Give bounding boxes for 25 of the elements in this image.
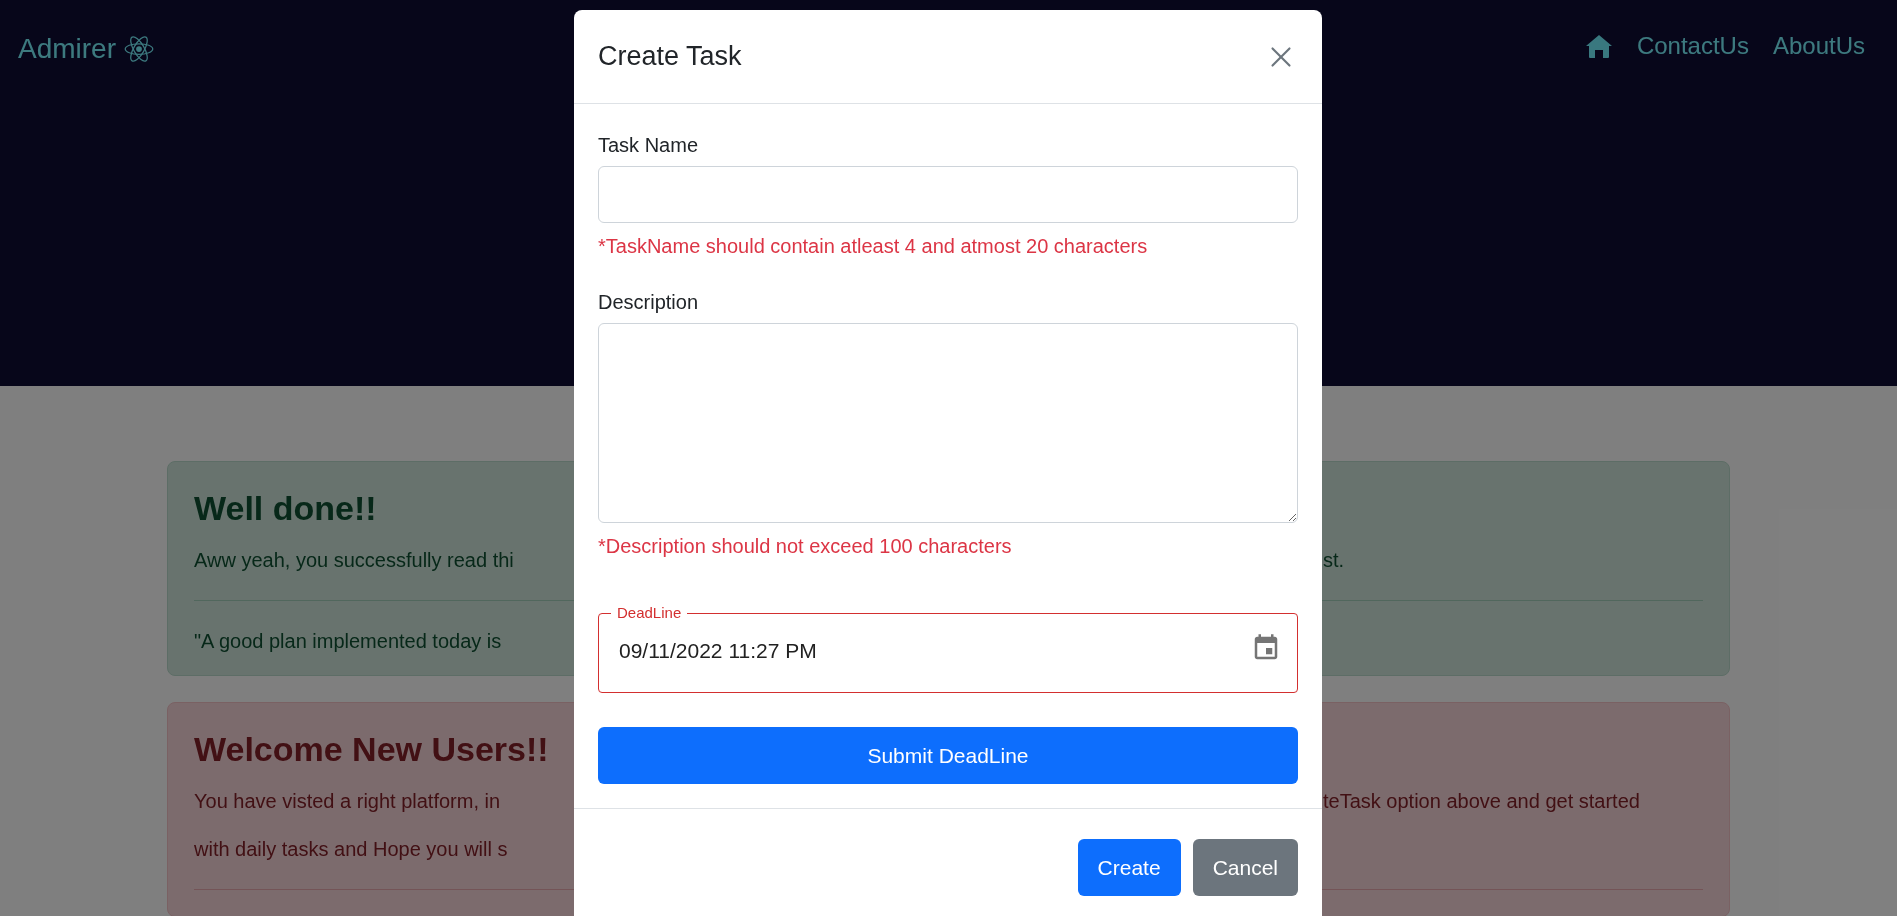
submit-deadline-button[interactable]: Submit DeadLine: [598, 727, 1298, 784]
nav-link[interactable]: ContactUs: [1636, 28, 1749, 64]
alert-text: "A good plan implemented today is: [194, 629, 503, 654]
alert-text: with daily tasks and Hope you will s: [194, 837, 509, 862]
home-icon[interactable]: [1584, 33, 1613, 59]
atom-icon: [124, 35, 154, 63]
input-field[interactable]: [598, 166, 1298, 223]
nav-link[interactable]: AboutUs: [1772, 28, 1865, 64]
footer-button[interactable]: Cancel: [1192, 839, 1298, 896]
alert-text: teTask option above and get started: [1323, 789, 1640, 814]
alert-text: st.: [1323, 548, 1345, 573]
alert-text: You have visted a right platform, in: [194, 789, 502, 814]
field-label: Task Name: [598, 133, 700, 158]
field-label: Description: [598, 290, 700, 315]
modal-title: Create Task: [598, 40, 742, 74]
footer-button[interactable]: Create: [1077, 839, 1181, 896]
field-label: DeadLine: [617, 604, 682, 621]
datetime-value: 09/11/2022 11:27 PM: [619, 638, 818, 664]
error-message: *Description should not exceed 100 characters: [598, 534, 1013, 559]
error-message: *TaskName should contain atleast 4 and atmost 20 characters: [598, 234, 1149, 259]
brand-link[interactable]: Admirer: [18, 28, 116, 70]
textarea-field[interactable]: [598, 323, 1298, 523]
alert-text: Aww yeah, you successfully read thi: [194, 548, 515, 573]
alert-heading: Well done!!: [194, 488, 377, 529]
alert-heading: Welcome New Users!!: [194, 729, 549, 770]
